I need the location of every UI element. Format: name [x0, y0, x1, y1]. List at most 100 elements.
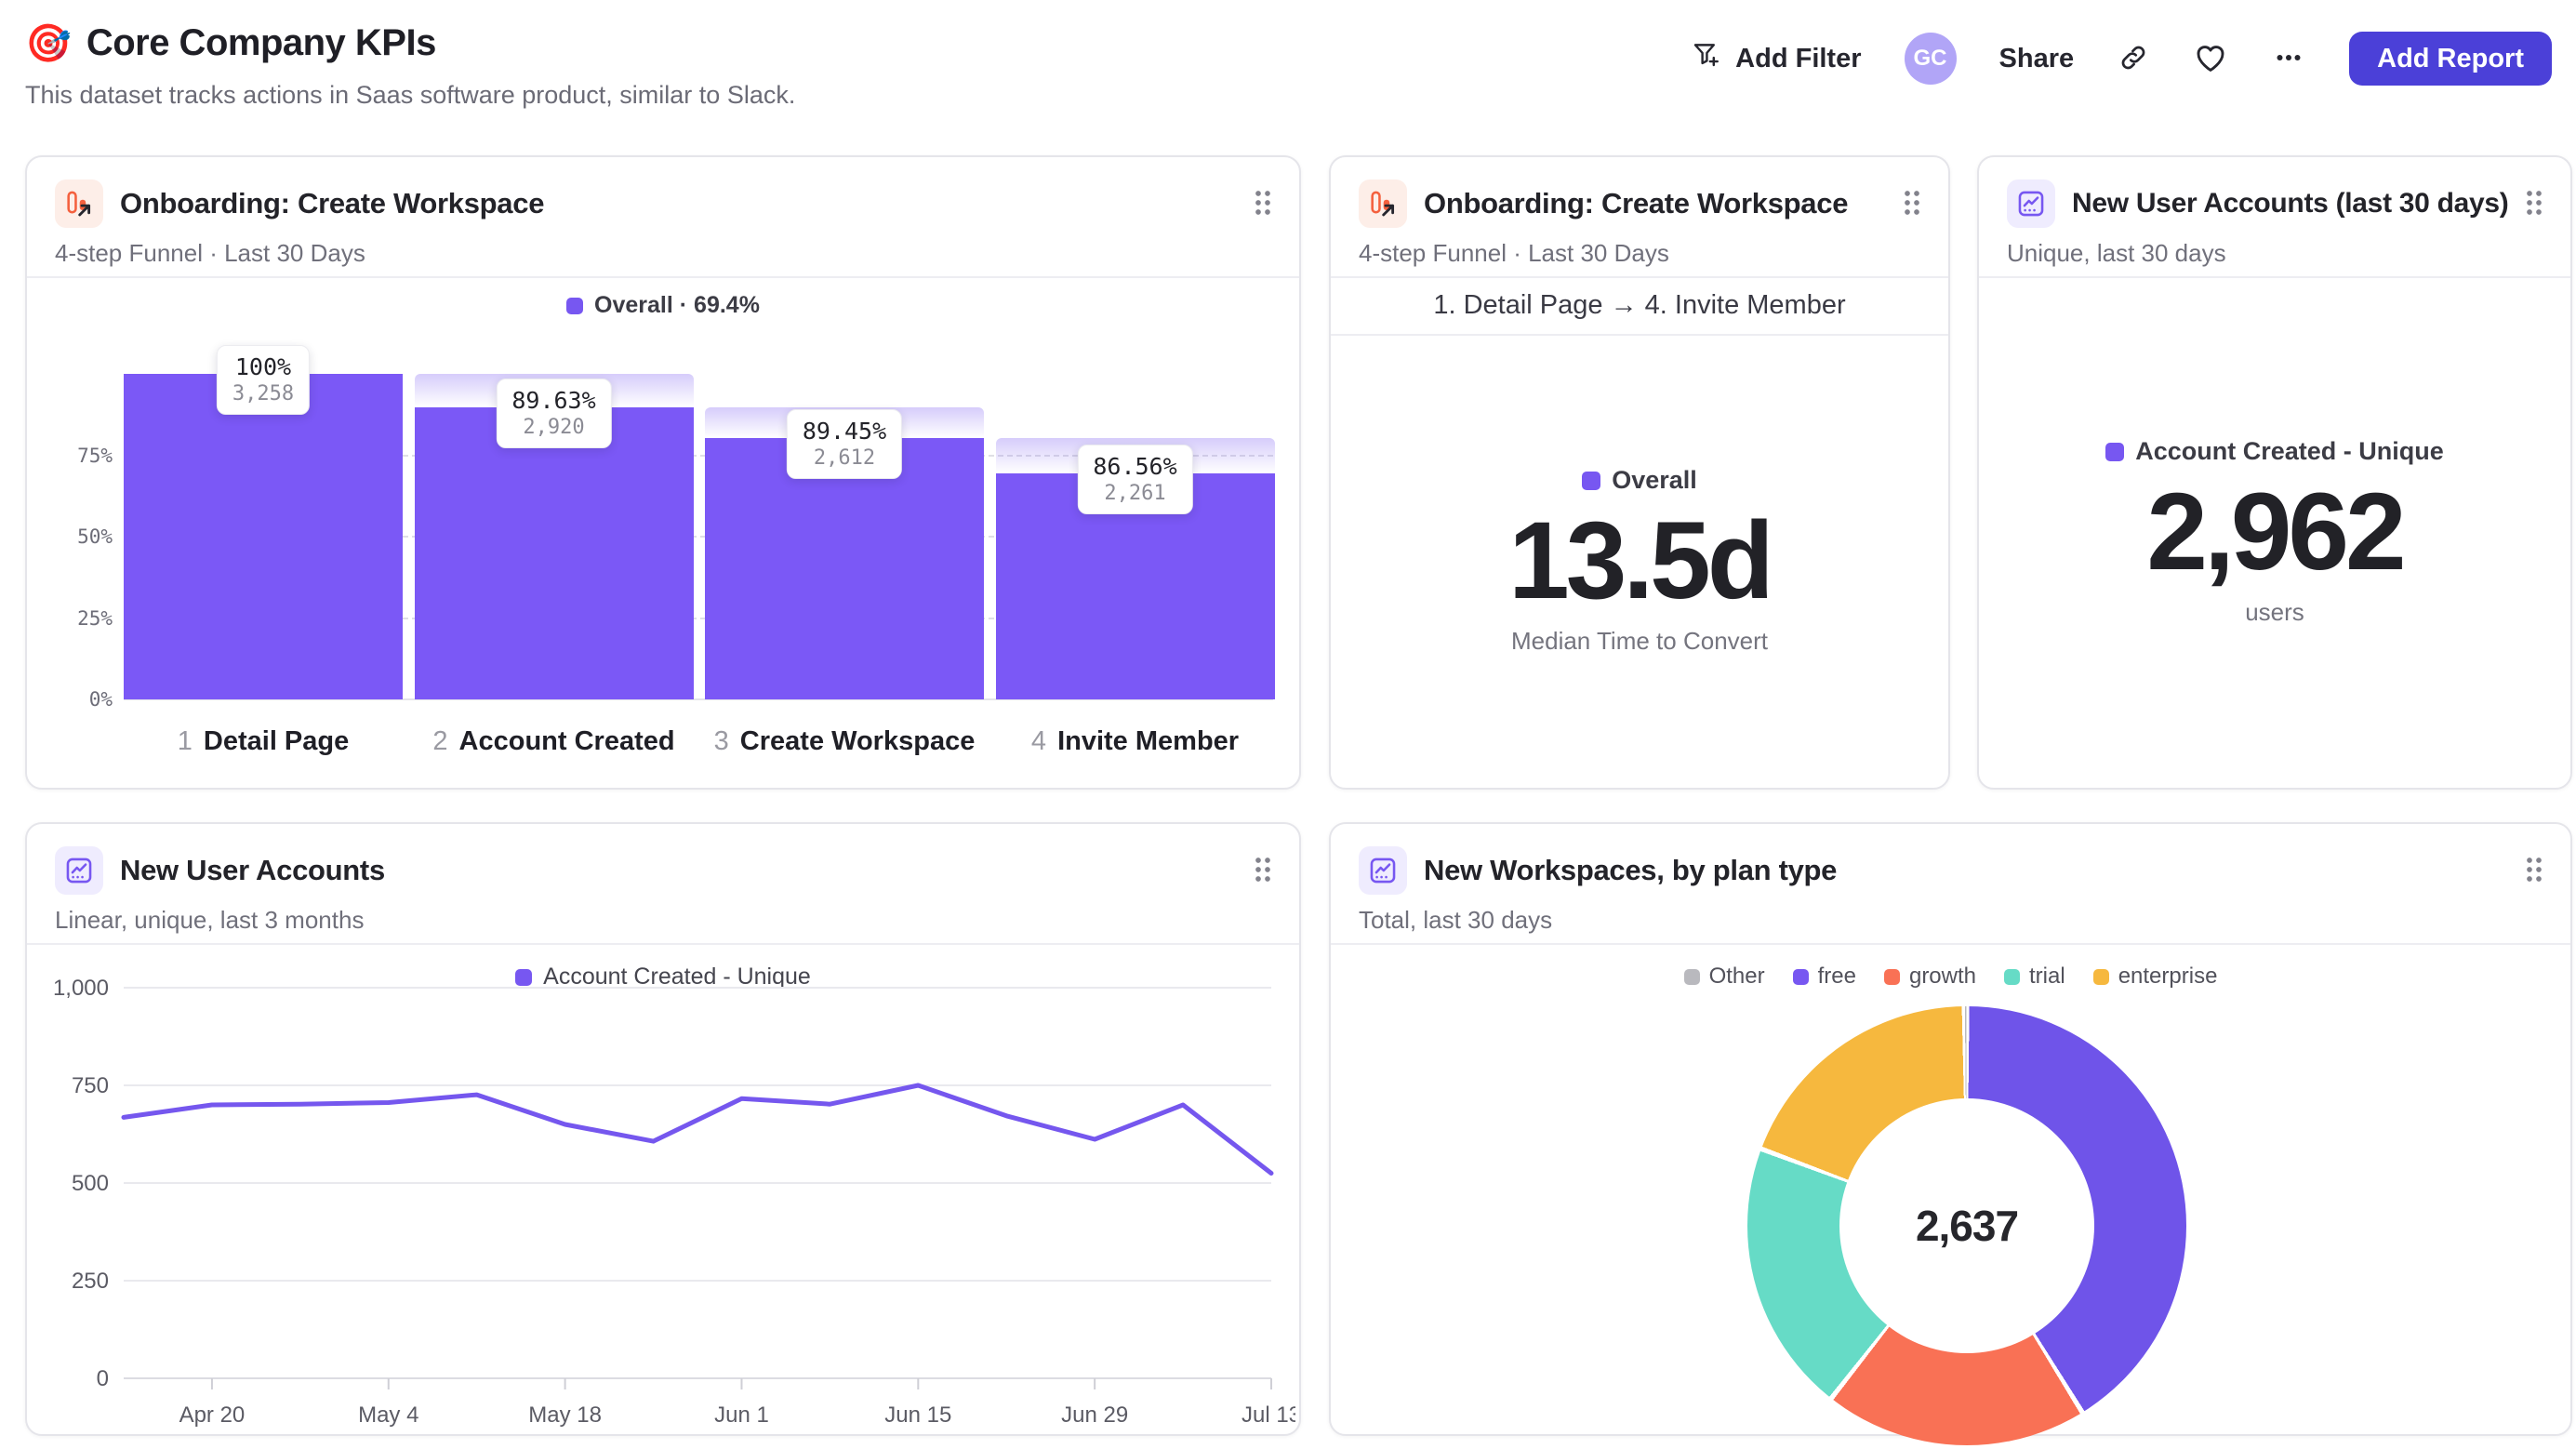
step-count: 2,920 [523, 416, 585, 440]
funnel-step-tooltip: 89.63% 2,920 [496, 379, 612, 449]
legend-chip [1683, 968, 1700, 985]
median-value-zone: Overall 13.5d Median Time to Convert [1331, 334, 1948, 788]
page-title: Core Company KPIs [86, 22, 437, 63]
step-conversion-pct: 89.63% [511, 387, 596, 415]
copy-link-button[interactable] [2117, 41, 2150, 77]
card-new-workspaces-donut: New Workspaces, by plan type Total, last… [1329, 822, 2572, 1445]
funnel-step-tooltip: 89.45% 2,612 [786, 409, 903, 480]
funnel-bar[interactable] [414, 407, 694, 699]
card-median-time: Onboarding: Create Workspace 4-step Funn… [1329, 155, 1950, 790]
legend-label: growth [1908, 964, 1977, 989]
link-icon [2117, 41, 2150, 77]
y-axis-tick-label: 250 [72, 1269, 109, 1294]
x-axis-tick-label: Jun 1 [714, 1402, 769, 1428]
drag-handle-icon[interactable] [2522, 189, 2546, 221]
x-axis-tick-label: Jun 15 [884, 1402, 951, 1428]
step-number: 4 [1030, 726, 1047, 756]
funnel-report-icon [1359, 179, 1407, 228]
step-name: Invite Member [1057, 726, 1240, 756]
step-count: 2,612 [813, 446, 876, 471]
add-filter-label: Add Filter [1735, 43, 1862, 73]
step-number: 2 [432, 726, 448, 756]
legend-label: Other [1708, 964, 1765, 989]
legend-chip [1582, 471, 1601, 490]
y-axis-tick-label: 25% [77, 606, 113, 630]
funnel-bar[interactable] [124, 374, 403, 699]
add-filter-button[interactable]: Add Filter [1691, 39, 1862, 78]
donut-legend-item-free[interactable]: free [1792, 964, 1856, 990]
insights-report-icon [1359, 846, 1407, 895]
card-subtitle: Total, last 30 days [1359, 906, 1553, 934]
card-title: New Workspaces, by plan type [1424, 854, 1838, 886]
legend-chip [1883, 968, 1900, 985]
filter-plus-icon [1691, 39, 1722, 78]
card-subtitle: Unique, last 30 days [2007, 239, 2226, 267]
unique-value-zone: Account Created - Unique 2,962 users [1979, 276, 2570, 788]
step-number: 1 [177, 726, 193, 756]
y-axis-tick-label: 0 [97, 1366, 109, 1391]
median-time-value: 13.5d [1508, 499, 1774, 623]
legend-chip [2004, 968, 2021, 985]
unique-users-value: 2,962 [2146, 471, 2406, 594]
funnel-step-label: 1 Detail Page [178, 726, 349, 757]
card-new-user-accounts-30d: New User Accounts (last 30 days) Unique,… [1977, 155, 2572, 790]
card-subtitle: 4-step Funnel · Last 30 Days [1359, 239, 1669, 267]
card-title: New User Accounts (last 30 days) [2072, 188, 2509, 219]
line-series-account-created[interactable] [121, 1083, 1274, 1176]
x-axis-tick-label: Jul 13 [1242, 1402, 1295, 1428]
donut-legend-item-other[interactable]: Other [1683, 964, 1765, 990]
card-title: Onboarding: Create Workspace [1424, 187, 1849, 219]
x-axis-tick-label: May 18 [528, 1402, 602, 1428]
step-conversion-pct: 100% [234, 353, 292, 380]
x-axis-tick-label: Apr 20 [179, 1402, 246, 1428]
x-axis-tick-label: Jun 29 [1061, 1402, 1128, 1428]
y-axis-tick-label: 1,000 [53, 976, 109, 1001]
funnel-step-label: 4 Invite Member [1031, 726, 1239, 757]
donut-chart[interactable]: 2,637 [1747, 1006, 2186, 1445]
donut-legend-item-trial[interactable]: trial [2004, 964, 2065, 990]
share-button[interactable]: Share [1999, 44, 2075, 74]
heart-icon [2193, 40, 2228, 78]
y-axis-tick-label: 750 [72, 1073, 109, 1098]
y-axis-tick-label: 500 [72, 1171, 109, 1196]
legend-label: Account Created - Unique [2135, 437, 2444, 466]
median-time-caption: Median Time to Convert [1510, 626, 1768, 655]
favorite-button[interactable] [2193, 40, 2228, 78]
legend-label: trial [2029, 964, 2065, 989]
funnel-step-label: 3 Create Workspace [714, 726, 976, 757]
step-count: 2,261 [1104, 482, 1166, 506]
legend-chip [2092, 968, 2109, 985]
step-name: Detail Page [203, 726, 350, 756]
unique-users-caption: users [2245, 597, 2304, 626]
insights-report-icon [2007, 179, 2055, 228]
legend-label: Overall [1612, 466, 1697, 495]
funnel-chart: 75% 50% 25% 0% 100% 3,258 1 Detail Page 89.63% 2,… [27, 157, 1299, 788]
funnel-step-tooltip: 100% 3,258 [216, 345, 311, 415]
donut-hole: 2,637 [1839, 1098, 2094, 1353]
x-axis-tick-label: May 4 [358, 1402, 418, 1428]
drag-handle-icon[interactable] [2522, 856, 2546, 888]
legend-chip [2105, 442, 2125, 461]
y-axis-tick-label: 50% [77, 525, 113, 548]
funnel-step-range: 1. Detail Page → 4. Invite Member [1433, 289, 1846, 320]
line-chart[interactable]: 1,000 750 500 250 0 Apr 20 May 4 May 18 Jun 1 Jun… [27, 824, 1295, 1429]
ellipsis-icon [2271, 40, 2306, 78]
donut-legend: Other free growth trial enterprise [1331, 964, 2570, 990]
more-button[interactable] [2271, 40, 2306, 78]
donut-legend-item-enterprise[interactable]: enterprise [2092, 964, 2217, 990]
legend-chip [1792, 968, 1809, 985]
add-report-button[interactable]: Add Report [2349, 32, 2552, 86]
donut-legend-item-growth[interactable]: growth [1883, 964, 1977, 990]
avatar[interactable]: GC [1904, 33, 1957, 85]
unique-legend[interactable]: Account Created - Unique [2105, 437, 2444, 466]
drag-handle-icon[interactable] [1900, 189, 1924, 221]
step-name: Account Created [458, 726, 675, 756]
step-name: Create Workspace [739, 726, 976, 756]
y-axis-tick-label: 75% [77, 444, 113, 467]
funnel-step-tooltip: 86.56% 2,261 [1077, 445, 1193, 515]
step-conversion-pct: 89.45% [802, 418, 887, 445]
step-number: 3 [713, 726, 729, 756]
dashboard-header: 🎯 Core Company KPIs This dataset tracks … [25, 22, 2552, 125]
median-legend[interactable]: Overall [1582, 466, 1697, 495]
share-label: Share [1998, 43, 2075, 73]
